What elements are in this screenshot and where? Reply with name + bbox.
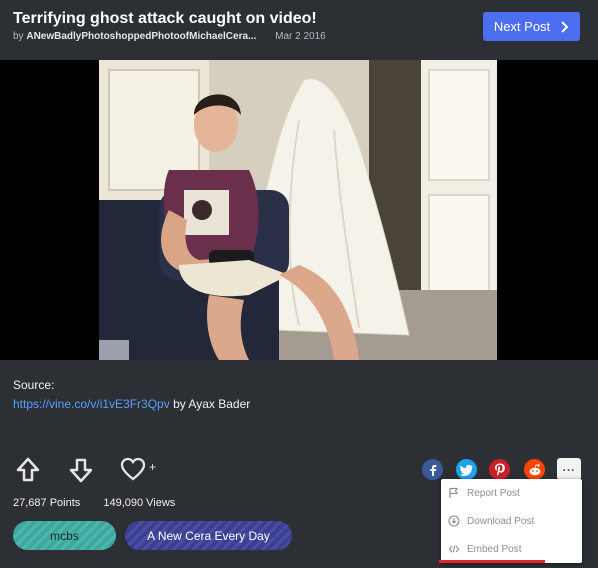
video-still [99,60,497,360]
upvote-icon[interactable] [14,456,42,484]
page: Terrifying ghost attack caught on video!… [0,0,598,568]
post-date: Mar 2 2016 [275,31,326,42]
embed-post-menu-item[interactable]: Embed Post [441,535,582,563]
download-post-menu-item[interactable]: Download Post [441,507,582,535]
download-icon [448,515,460,527]
facebook-icon [429,464,436,476]
downvote-icon[interactable] [67,456,95,484]
more-options-icon: ... [562,459,576,474]
download-post-label: Download Post [467,515,535,527]
report-post-menu-item[interactable]: Report Post [441,479,582,507]
reddit-icon [529,463,540,475]
video-frame [99,60,497,360]
facebook-share-button[interactable] [422,459,443,480]
twitter-share-button[interactable] [456,459,477,480]
source-block: Source: https://vine.co/v/i1vE3Fr3Qpv by… [13,378,250,411]
report-post-label: Report Post [467,487,520,499]
pinterest-icon [494,463,505,476]
post-stats: 27,687 Points 149,090 Views [13,497,195,509]
post-header: Terrifying ghost attack caught on video!… [0,0,598,58]
source-line: https://vine.co/v/i1vE3Fr3Qpv by Ayax Ba… [13,397,250,411]
post-options-menu: Report Post Download Post Embed Post [441,479,582,563]
reddit-share-button[interactable] [524,459,545,480]
favorite-button[interactable]: + [120,456,160,484]
source-label: Source: [13,378,55,392]
source-credit: by Ayax Bader [173,397,251,411]
chevron-right-icon [561,20,569,33]
views-count: 149,090 Views [103,497,176,509]
embed-post-label: Embed Post [467,543,522,555]
code-icon [448,545,460,553]
embed-highlight-underline [439,560,545,563]
points-count: 27,687 Points [13,497,81,509]
pinterest-share-button[interactable] [489,459,510,480]
twitter-icon [460,464,473,476]
post-title: Terrifying ghost attack caught on video! [13,10,317,27]
post-meta: by ANewBadlyPhotoshoppedPhotoofMichaelCe… [13,31,326,42]
video-player[interactable] [0,60,598,360]
author-prefix: by [13,31,24,42]
heart-icon [120,457,146,481]
next-post-button[interactable]: Next Post [483,12,580,41]
next-post-label: Next Post [493,19,551,34]
favorite-plus: + [149,460,157,474]
flag-icon [449,487,459,498]
author-link[interactable]: ANewBadlyPhotoshoppedPhotoofMichaelCera.… [26,31,256,42]
more-options-button[interactable]: ... [557,458,581,480]
tag-a-new-cera-every-day[interactable]: A New Cera Every Day [125,521,292,550]
source-link[interactable]: https://vine.co/v/i1vE3Fr3Qpv [13,397,170,411]
tag-mcbs[interactable]: mcbs [13,521,116,550]
